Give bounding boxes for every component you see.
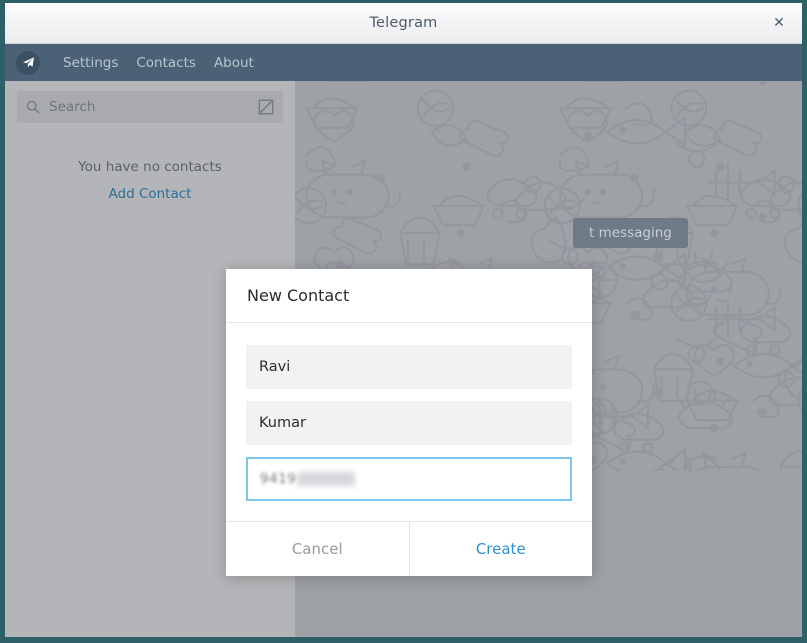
first-name-value: Ravi	[259, 359, 291, 375]
dialog-body: Ravi Kumar 9419	[226, 323, 592, 521]
main-toolbar: Settings Contacts About	[5, 44, 802, 81]
telegram-window: Telegram ✕ Settings Contacts About Searc…	[0, 0, 807, 643]
phone-number-value-redacted: 9419	[260, 471, 356, 487]
title-bar: Telegram ✕	[5, 3, 802, 44]
phone-number-visible-digits: 9419	[260, 471, 297, 487]
phone-number-field[interactable]: 9419	[246, 457, 572, 501]
telegram-paper-plane-icon[interactable]	[16, 50, 40, 75]
contacts-empty-state: You have no contacts Add Contact	[5, 159, 295, 202]
menu-item-contacts[interactable]: Contacts	[127, 52, 205, 74]
first-name-field[interactable]: Ravi	[246, 345, 572, 389]
close-icon[interactable]: ✕	[768, 12, 790, 34]
last-name-value: Kumar	[259, 415, 306, 431]
menu-item-about[interactable]: About	[205, 52, 263, 74]
create-button[interactable]: Create	[408, 522, 593, 576]
window-body: Search You have no contacts Add Contact	[5, 81, 802, 637]
new-contact-dialog: New Contact Ravi Kumar 9419 Cancel Creat…	[226, 269, 592, 576]
empty-state-message: You have no contacts	[78, 159, 222, 175]
cancel-button[interactable]: Cancel	[226, 522, 409, 576]
window-title: Telegram	[369, 15, 438, 31]
add-contact-link[interactable]: Add Contact	[5, 186, 295, 202]
dialog-header: New Contact	[226, 269, 592, 323]
compose-icon[interactable]	[258, 99, 274, 115]
menu-item-settings[interactable]: Settings	[54, 52, 127, 74]
last-name-field[interactable]: Kumar	[246, 401, 572, 445]
phone-number-redaction-bar	[297, 472, 356, 486]
search-input[interactable]: Search	[17, 91, 283, 123]
search-placeholder: Search	[49, 99, 96, 115]
dialog-footer: Cancel Create	[226, 521, 592, 576]
dialog-title: New Contact	[247, 286, 350, 305]
start-messaging-badge: t messaging	[573, 218, 688, 248]
search-icon	[26, 100, 40, 114]
